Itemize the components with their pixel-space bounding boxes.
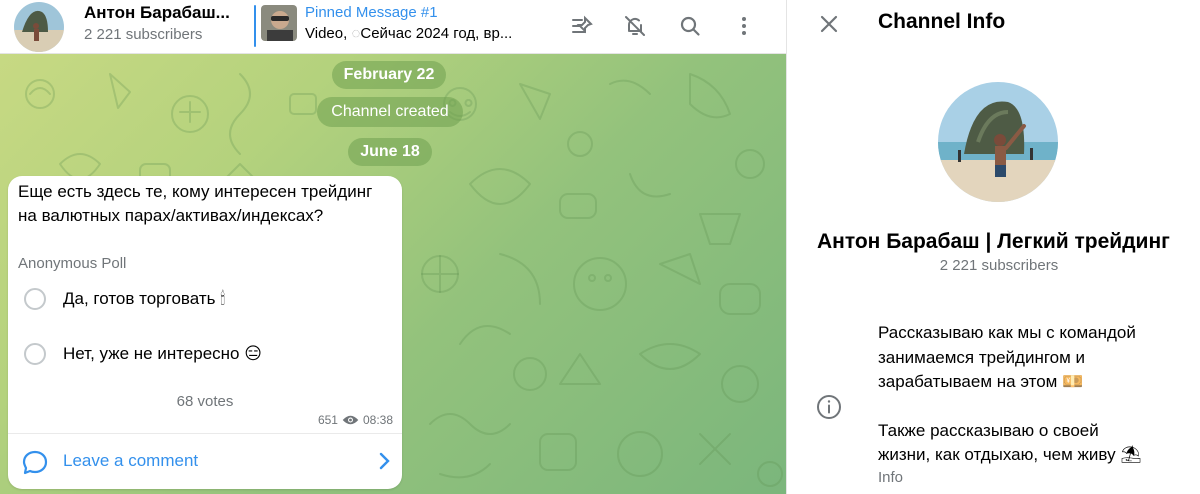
more-vertical-icon[interactable] (726, 8, 762, 44)
channel-title[interactable]: Антон Барабаш... (84, 3, 230, 23)
pinned-message-title[interactable]: Pinned Message #1 (305, 4, 438, 21)
poll-option[interactable]: Нет, уже не интересно 😑 (24, 339, 384, 369)
chevron-right-icon (379, 452, 390, 470)
view-count: 651 (317, 413, 338, 427)
channel-avatar[interactable] (14, 2, 64, 52)
chat-header[interactable]: Антон Барабаш... 2 221 subscribers Pinne… (0, 0, 786, 54)
poll-vote-count: 68 votes (176, 393, 234, 410)
info-icon (817, 395, 841, 419)
radio-button[interactable] (24, 343, 46, 365)
pinned-preview-text: Сейчас 2024 год, вр... (360, 25, 513, 42)
poll-option[interactable]: Да, готов торговать 🕯 (24, 284, 384, 314)
radio-button[interactable] (24, 288, 46, 310)
subscriber-count: 2 221 subscribers (939, 257, 1059, 274)
poll-message-bubble: Еще есть здесь те, кому интересен трейди… (8, 176, 402, 489)
channel-name: Антон Барабаш | Легкий трейдинг (817, 230, 1170, 253)
mute-bell-icon[interactable] (617, 8, 653, 44)
channel-avatar-large[interactable] (938, 82, 1058, 202)
poll-type-label: Anonymous Poll (18, 255, 127, 272)
message-time: 08:38 (362, 413, 393, 427)
date-separator: February 22 (332, 61, 446, 89)
leave-comment-label: Leave a comment (63, 451, 199, 470)
pinned-thumbnail[interactable] (261, 5, 297, 41)
description-paragraph: Также рассказываю о своей жизни, как отд… (878, 420, 1142, 465)
panel-title: Channel Info (878, 10, 1006, 33)
pinned-media-type: Video, (305, 25, 348, 42)
channel-info-panel: Channel Info Антон Барабаш | Легкий трей… (786, 0, 1200, 494)
poll-option-label: Нет, уже не интересно 😑 (63, 344, 262, 363)
search-icon[interactable] (672, 8, 708, 44)
close-icon (820, 15, 838, 33)
poll-question: Еще есть здесь те, кому интересен трейди… (18, 182, 373, 225)
message-meta: 651 08:38 (318, 413, 393, 427)
chat-column: Антон Барабаш... 2 221 subscribers Pinne… (0, 0, 786, 494)
channel-description: Рассказываю как мы с командой занимаемся… (878, 321, 1198, 468)
date-separator: June 18 (348, 138, 432, 166)
pinned-message-preview[interactable]: Video, ◌Сейчас 2024 год, вр... (305, 25, 535, 42)
poll-option-label: Да, готов торговать 🕯 (63, 289, 226, 308)
comment-bubble-icon (22, 450, 48, 475)
description-label: Info (878, 469, 904, 486)
pin-list-icon[interactable] (564, 8, 600, 44)
pinned-indicator-bar (254, 5, 256, 47)
subscriber-count: 2 221 subscribers (84, 26, 203, 43)
leave-comment-button[interactable]: Leave a comment (8, 434, 402, 489)
close-button[interactable] (813, 8, 845, 40)
description-paragraph: Рассказываю как мы с командой занимаемся… (878, 323, 1136, 391)
service-message: Channel created (317, 97, 463, 127)
eye-icon (342, 415, 359, 425)
